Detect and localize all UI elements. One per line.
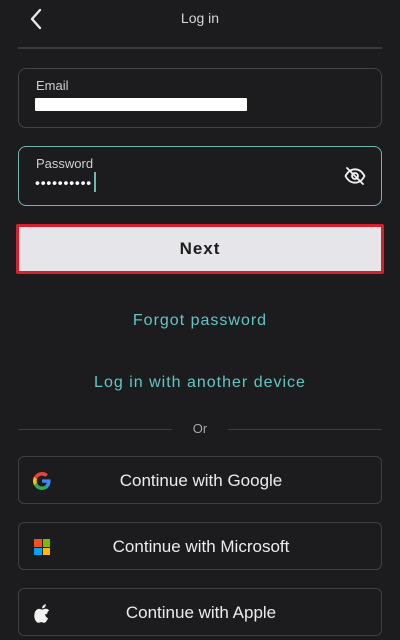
divider-line-right xyxy=(228,429,382,430)
continue-with-microsoft-button[interactable]: Continue with Microsoft xyxy=(18,522,382,570)
page-title: Log in xyxy=(180,10,220,26)
login-screen: Log in Email redacted@gmail.com Password… xyxy=(0,0,400,640)
or-divider: Or xyxy=(18,421,382,437)
header: Log in xyxy=(0,0,400,40)
password-label: Password xyxy=(36,156,94,171)
next-button-label: Next xyxy=(179,239,221,258)
microsoft-button-label: Continue with Microsoft xyxy=(112,537,290,556)
password-field[interactable]: Password •••••••••• xyxy=(18,146,382,206)
forgot-password-link[interactable]: Forgot password xyxy=(0,312,400,330)
toggle-password-visibility-button[interactable] xyxy=(343,164,367,188)
email-label: Email xyxy=(36,78,69,93)
login-another-device-link[interactable]: Log in with another device xyxy=(0,374,400,392)
header-divider xyxy=(18,47,382,49)
next-button[interactable]: Next xyxy=(16,224,384,274)
password-masked-text: •••••••••• xyxy=(35,174,93,191)
google-button-label: Continue with Google xyxy=(119,471,283,490)
continue-with-apple-button[interactable]: Continue with Apple xyxy=(18,588,382,636)
email-field[interactable]: Email redacted@gmail.com xyxy=(18,68,382,128)
eye-off-icon xyxy=(344,167,366,185)
password-value: •••••••••• xyxy=(35,172,97,194)
apple-button-label: Continue with Apple xyxy=(125,603,277,622)
continue-with-google-button[interactable]: Continue with Google xyxy=(18,456,382,504)
email-value: redacted@gmail.com xyxy=(35,98,247,111)
text-caret xyxy=(94,172,97,192)
